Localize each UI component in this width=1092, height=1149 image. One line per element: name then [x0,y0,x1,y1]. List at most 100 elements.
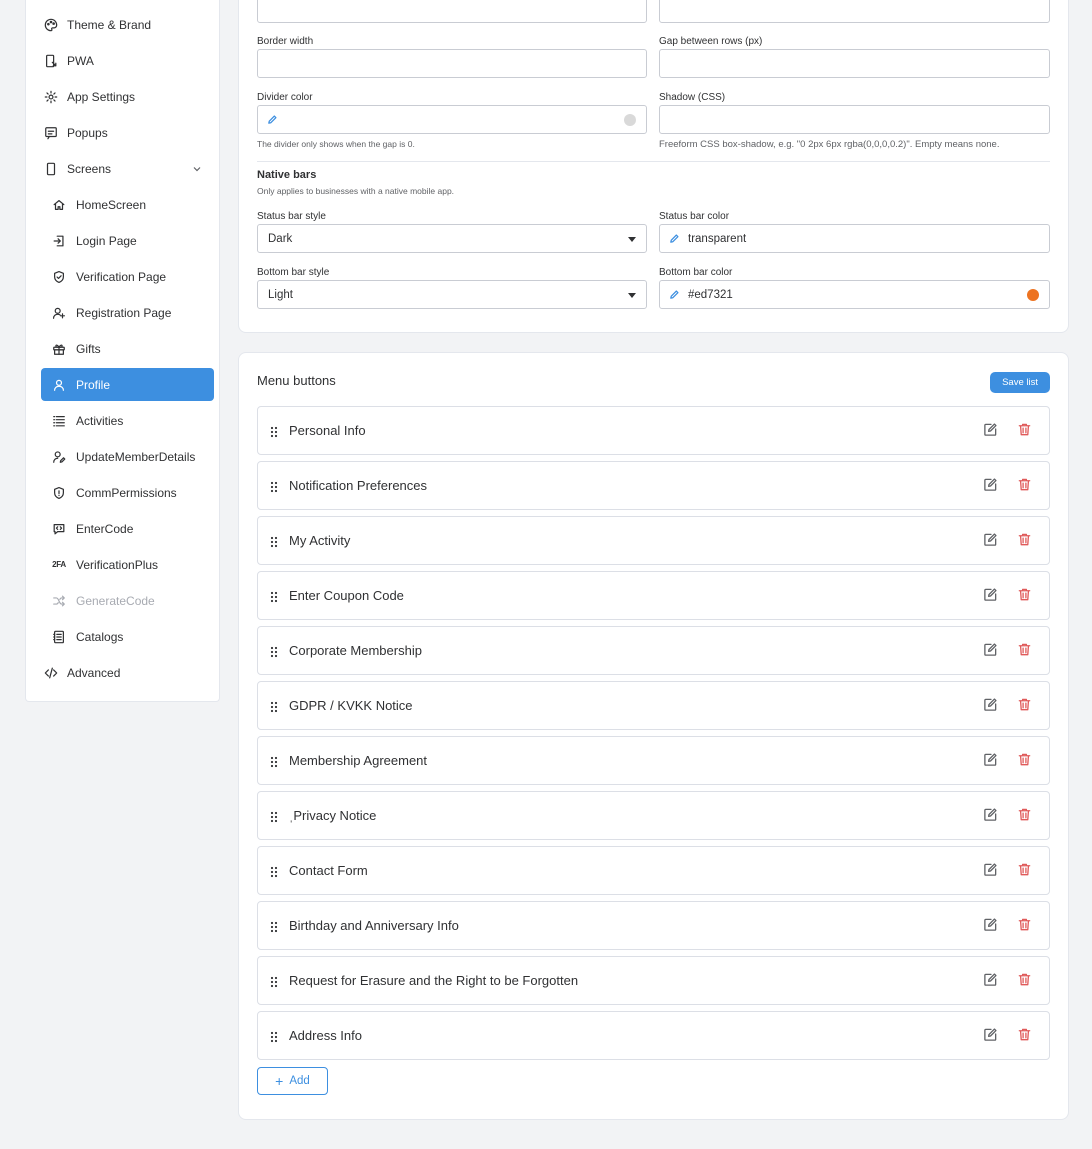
trash-icon[interactable] [1017,697,1033,713]
sidebar-item-updatememberdetails[interactable]: UpdateMemberDetails [41,440,214,473]
bottom-bar-color-input[interactable]: #ed7321 [659,280,1050,309]
sidebar-item-verificationplus[interactable]: 2FA VerificationPlus [41,548,214,581]
sidebar-item-label: VerificationPlus [76,557,159,572]
sidebar-item-label: Profile [76,377,111,392]
edit-icon[interactable] [983,917,999,933]
home-icon [51,197,67,213]
sidebar-item-profile[interactable]: Profile [41,368,214,401]
bottom-bar-style-select[interactable]: Light [257,280,647,309]
trash-icon[interactable] [1017,807,1033,823]
partial-input-right[interactable] [659,0,1050,23]
bottom-bar-style-label: Bottom bar style [257,267,330,278]
popup-icon [43,125,59,141]
edit-icon[interactable] [983,807,999,823]
edit-icon[interactable] [983,752,999,768]
drag-handle-icon[interactable] [270,1030,280,1043]
shadow-input[interactable] [659,105,1050,134]
drag-handle-icon[interactable] [270,535,280,548]
border-width-input[interactable] [257,49,647,78]
status-bar-color-input[interactable]: transparent [659,224,1050,253]
sidebar-item-verification-page[interactable]: Verification Page [41,260,214,293]
user-plus-icon [51,305,67,321]
menu-buttons-title: Menu buttons [257,373,336,388]
mobile-link-icon [43,53,59,69]
menu-button-row[interactable]: Address Info [257,1011,1050,1060]
sidebar-item-activities[interactable]: Activities [41,404,214,437]
trash-icon[interactable] [1017,422,1033,438]
menu-button-row[interactable]: Birthday and Anniversary Info [257,901,1050,950]
status-bar-style-label: Status bar style [257,211,326,222]
divider-color-input[interactable] [257,105,647,134]
edit-icon[interactable] [983,422,999,438]
menu-button-row[interactable]: Personal Info [257,406,1050,455]
trash-icon[interactable] [1017,972,1033,988]
status-bar-color-label: Status bar color [659,211,730,222]
sidebar-item-login-page[interactable]: Login Page [41,224,214,257]
sidebar-item-app-settings[interactable]: App Settings [41,80,214,113]
chevron-down-icon[interactable] [192,163,202,173]
color-swatch[interactable] [624,114,636,126]
edit-icon[interactable] [983,532,999,548]
drag-handle-icon[interactable] [270,700,280,713]
drag-handle-icon[interactable] [270,755,280,768]
edit-icon[interactable] [983,587,999,603]
sidebar-item-advanced[interactable]: Advanced [41,656,214,689]
trash-icon[interactable] [1017,1027,1033,1043]
drag-handle-icon[interactable] [270,865,280,878]
drag-handle-icon[interactable] [270,590,280,603]
sidebar-item-theme-brand[interactable]: Theme & Brand [41,8,214,41]
menu-button-row[interactable]: Enter Coupon Code [257,571,1050,620]
sidebar-item-popups[interactable]: Popups [41,116,214,149]
menu-button-row[interactable]: Request for Erasure and the Right to be … [257,956,1050,1005]
add-button[interactable]: + Add [257,1067,328,1095]
gift-icon [51,341,67,357]
color-swatch[interactable] [1027,289,1039,301]
catalog-icon [51,629,67,645]
menu-button-label: ˌPrivacy Notice [289,808,377,823]
menu-button-row[interactable]: GDPR / KVKK Notice [257,681,1050,730]
edit-icon[interactable] [983,477,999,493]
drag-handle-icon[interactable] [270,480,280,493]
sidebar-item-catalogs[interactable]: Catalogs [41,620,214,653]
sidebar-item-homescreen[interactable]: HomeScreen [41,188,214,221]
sidebar-item-screens[interactable]: Screens [41,152,214,185]
sidebar-item-label: PWA [67,53,94,68]
menu-button-label: Notification Preferences [289,478,428,493]
trash-icon[interactable] [1017,752,1033,768]
edit-icon[interactable] [983,972,999,988]
sidebar-item-gifts[interactable]: Gifts [41,332,214,365]
sidebar-item-entercode[interactable]: EnterCode [41,512,214,545]
sidebar-item-commpermissions[interactable]: CommPermissions [41,476,214,509]
sidebar-item-label: CommPermissions [76,485,177,500]
trash-icon[interactable] [1017,587,1033,603]
trash-icon[interactable] [1017,862,1033,878]
menu-button-row[interactable]: Corporate Membership [257,626,1050,675]
menu-button-row[interactable]: My Activity [257,516,1050,565]
trash-icon[interactable] [1017,477,1033,493]
trash-icon[interactable] [1017,642,1033,658]
partial-input-left[interactable] [257,0,647,23]
trash-icon[interactable] [1017,917,1033,933]
shield-icon [51,485,67,501]
sidebar-item-pwa[interactable]: PWA [41,44,214,77]
trash-icon[interactable] [1017,532,1033,548]
drag-handle-icon[interactable] [270,975,280,988]
menu-button-label: GDPR / KVKK Notice [289,698,413,713]
sidebar-item-label: Popups [67,125,108,140]
menu-button-row[interactable]: Contact Form [257,846,1050,895]
drag-handle-icon[interactable] [270,645,280,658]
menu-button-row[interactable]: ˌPrivacy Notice [257,791,1050,840]
drag-handle-icon[interactable] [270,920,280,933]
menu-button-row[interactable]: Notification Preferences [257,461,1050,510]
drag-handle-icon[interactable] [270,810,280,823]
sidebar-item-registration-page[interactable]: Registration Page [41,296,214,329]
save-list-button[interactable]: Save list [990,372,1050,393]
edit-icon[interactable] [983,1027,999,1043]
drag-handle-icon[interactable] [270,425,280,438]
edit-icon[interactable] [983,642,999,658]
edit-icon[interactable] [983,862,999,878]
status-bar-style-select[interactable]: Dark [257,224,647,253]
gap-input[interactable] [659,49,1050,78]
menu-button-row[interactable]: Membership Agreement [257,736,1050,785]
edit-icon[interactable] [983,697,999,713]
